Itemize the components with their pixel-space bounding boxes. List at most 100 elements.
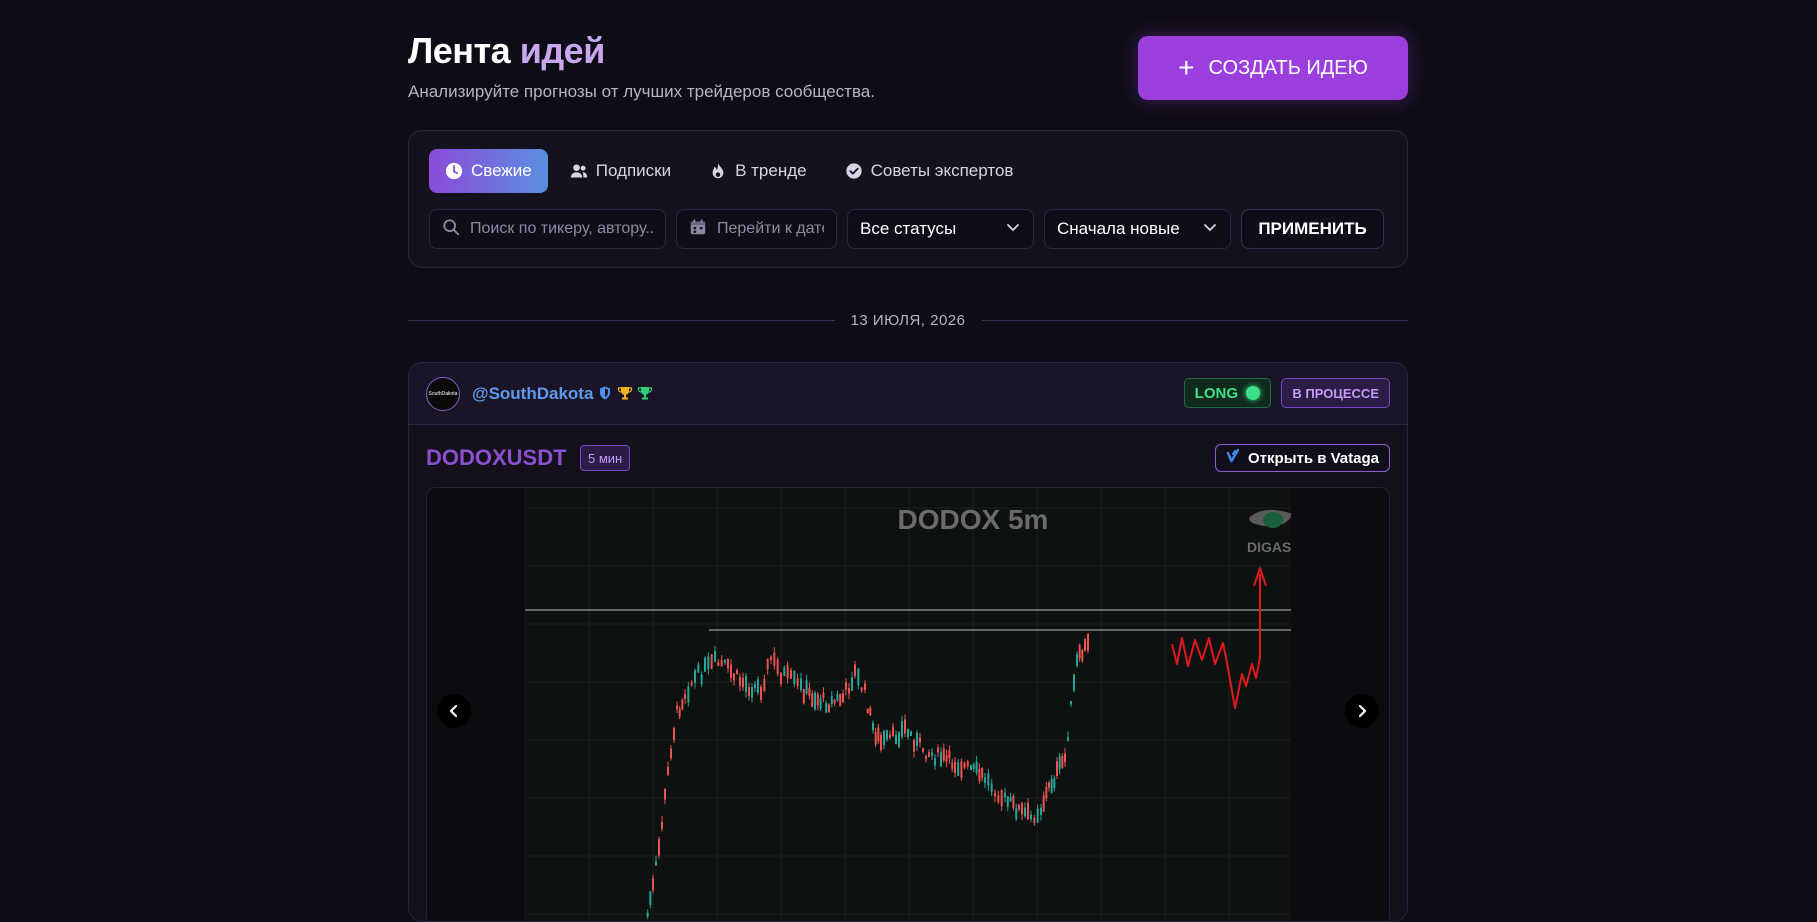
tab-fresh[interactable]: Свежие (429, 149, 548, 193)
direction-label: LONG (1194, 384, 1238, 402)
candle-body (957, 762, 960, 776)
candle-body (670, 748, 672, 759)
candle-body (874, 732, 877, 745)
candle-body (796, 678, 799, 687)
candle-body (833, 699, 836, 704)
candle-body (954, 761, 956, 773)
candle-body (1070, 701, 1072, 705)
candle-body (948, 750, 951, 758)
candle-body (1067, 737, 1069, 741)
create-idea-label: СОЗДАТЬ ИДЕЮ (1208, 56, 1368, 79)
candle-body (994, 793, 996, 797)
date-field (676, 209, 837, 249)
candle-body (667, 766, 669, 775)
candle-body (904, 719, 906, 734)
vataga-logo-icon (1226, 448, 1242, 468)
candle-body (710, 654, 713, 669)
candle-body (963, 762, 966, 769)
idea-card: SouthDakota @SouthDakota LONG В ПРОЦЕССЕ (408, 362, 1408, 922)
candle-body (724, 659, 726, 663)
candle-body (733, 673, 735, 681)
date-input[interactable] (717, 220, 824, 238)
tab-trending-label: В тренде (735, 161, 807, 180)
candle-body (745, 676, 747, 692)
candle-body (886, 730, 888, 740)
chevron-down-icon (1202, 219, 1218, 240)
search-input[interactable] (470, 220, 653, 238)
chart-screenshot: DODOX 5m DIGASH (524, 488, 1301, 921)
calendar-icon (689, 218, 707, 241)
candle-body (981, 767, 984, 778)
candle-body (864, 683, 866, 691)
candle-body (786, 664, 789, 679)
candle-body (845, 682, 847, 690)
candle-body (872, 723, 874, 731)
candle-body (925, 755, 927, 760)
candle-body (1021, 803, 1023, 815)
author-link[interactable]: @SouthDakota (472, 384, 593, 404)
candle-body (800, 678, 802, 691)
tab-fresh-label: Свежие (471, 161, 532, 180)
candle-body (997, 795, 1000, 803)
candle-body (757, 679, 759, 693)
candle-body (681, 699, 684, 710)
feed-date: 13 ИЮЛЯ, 2026 (850, 311, 966, 329)
candle-body (972, 764, 975, 770)
candle-body (819, 698, 822, 709)
candle-body (673, 728, 675, 741)
candle-body (649, 891, 652, 906)
candle-body (828, 704, 830, 713)
trophy-icon (617, 385, 633, 401)
candle-body (760, 686, 762, 700)
carousel-prev-button[interactable] (437, 694, 471, 728)
page-subtitle: Анализируйте прогнозы от лучших трейдеро… (408, 82, 875, 101)
candle-body (1012, 796, 1015, 808)
candle-body (928, 752, 930, 757)
watermark-text: DIGASH (1247, 539, 1291, 555)
candle-body (748, 686, 750, 696)
chevron-right-icon (1358, 704, 1367, 718)
apply-button[interactable]: ПРИМЕНИТЬ (1241, 209, 1384, 249)
candle-body (1061, 756, 1064, 768)
candle-body (751, 686, 753, 698)
candle-body (901, 721, 903, 737)
author-badges (597, 385, 653, 401)
chart-image: DODOX 5m DIGASH (524, 488, 1301, 921)
candle-body (720, 659, 723, 667)
avatar[interactable]: SouthDakota (426, 377, 460, 411)
candle-body (1040, 807, 1042, 815)
candle-body (857, 668, 860, 685)
open-in-vataga-button[interactable]: Открыть в Vataga (1215, 444, 1390, 472)
candle-body (766, 658, 769, 669)
candle-body (770, 656, 772, 660)
candle-body (990, 783, 993, 793)
candle-body (1015, 808, 1018, 819)
timeframe-badge: 5 мин (580, 445, 631, 471)
candle-body (754, 684, 756, 689)
candle-body (898, 732, 900, 747)
status-select[interactable]: Все статусы (847, 209, 1034, 249)
candle-body (1064, 753, 1066, 763)
ticker-symbol[interactable]: DODOXUSDT (426, 445, 567, 471)
sort-select[interactable]: Сначала новые (1044, 209, 1231, 249)
candle-body (1004, 792, 1006, 798)
tab-subscriptions[interactable]: Подписки (554, 149, 687, 193)
candle-body (970, 765, 972, 770)
divider-line (408, 319, 835, 321)
candle-body (945, 755, 948, 762)
candle-body (892, 726, 894, 737)
candle-body (916, 732, 918, 746)
candle-body (652, 878, 654, 891)
carousel-next-button[interactable] (1345, 694, 1379, 728)
candle-body (860, 687, 863, 691)
candle-body (1048, 782, 1050, 788)
create-idea-button[interactable]: + СОЗДАТЬ ИДЕЮ (1138, 36, 1408, 100)
candle-body (793, 670, 796, 685)
tab-expert-tips[interactable]: Советы экспертов (829, 149, 1030, 193)
status-badge: В ПРОЦЕССЕ (1281, 378, 1390, 408)
candle-body (913, 740, 915, 752)
candle-body (951, 762, 954, 769)
candle-body (763, 678, 766, 691)
tab-trending[interactable]: В тренде (693, 149, 823, 193)
candle-body (678, 708, 681, 717)
